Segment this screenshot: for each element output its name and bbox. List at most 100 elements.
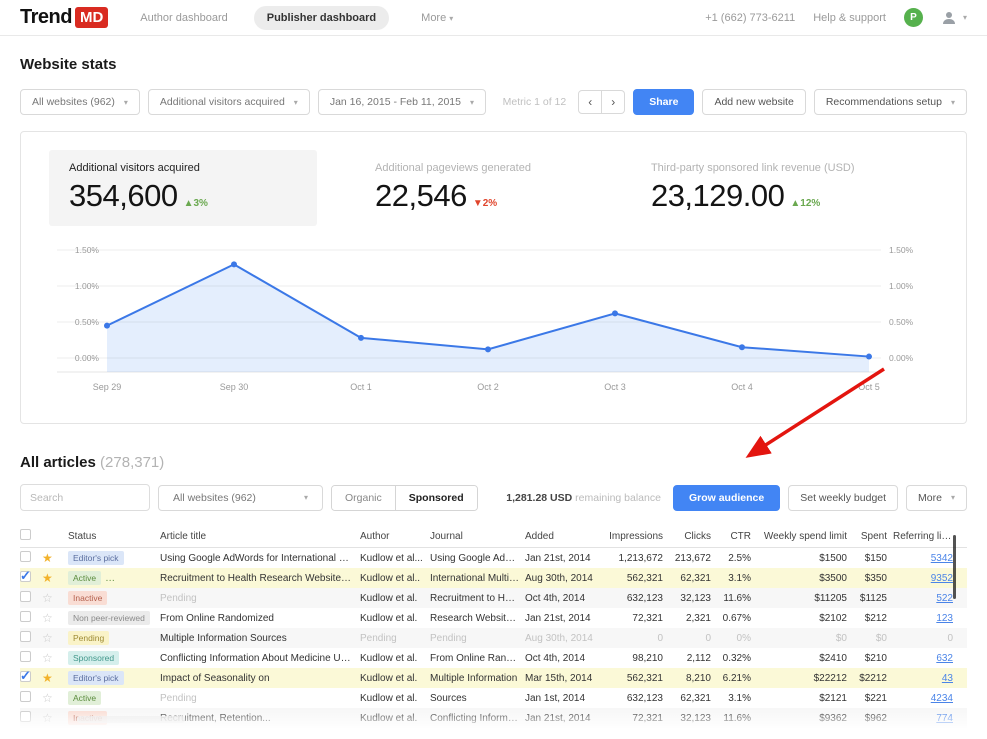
more-actions-dropdown[interactable]: More▾ (906, 485, 967, 511)
stats-summary-row: Additional visitors acquired 354,600 ▲3%… (49, 150, 938, 226)
nav-author-dashboard[interactable]: Author dashboard (140, 12, 227, 24)
table-header-row: StatusArticle titleAuthorJournalAddedImp… (20, 525, 967, 548)
stat-delta: ▲3% (184, 198, 208, 209)
column-header[interactable]: CTR (717, 531, 757, 542)
star-icon[interactable]: ☆ (42, 652, 53, 665)
row-checkbox[interactable] (20, 651, 31, 662)
svg-text:Sep 29: Sep 29 (93, 382, 122, 392)
column-header[interactable]: Clicks (669, 531, 717, 542)
article-title-cell: Using Google AdWords for International M… (160, 553, 360, 564)
author-cell: Kudlow et al. (360, 593, 430, 604)
organic-sponsored-toggle: Organic Sponsored (331, 485, 478, 511)
row-checkbox[interactable] (20, 551, 31, 562)
websites-filter-dropdown[interactable]: All websites (962)▾ (20, 89, 140, 115)
spent-cell: $0 (853, 633, 893, 644)
star-icon[interactable]: ★ (42, 672, 53, 685)
referring-links-link[interactable]: 5342 (931, 553, 953, 564)
referring-links-link[interactable]: 4234 (931, 693, 953, 704)
column-header[interactable]: Impressions (609, 531, 669, 542)
articles-websites-label: All websites (962) (173, 492, 256, 504)
journal-cell: Recruitment to Health (430, 593, 525, 604)
svg-text:Oct 3: Oct 3 (604, 382, 626, 392)
articles-table: StatusArticle titleAuthorJournalAddedImp… (20, 525, 967, 728)
star-icon[interactable]: ☆ (42, 632, 53, 645)
row-checkbox[interactable] (20, 691, 31, 702)
row-checkbox[interactable] (20, 631, 31, 642)
column-header[interactable]: Journal (430, 531, 525, 542)
stat-delta: ▲12% (790, 198, 820, 209)
added-date-cell: Jan 21st, 2014 (525, 553, 609, 564)
row-checkbox[interactable] (20, 611, 31, 622)
grow-audience-button[interactable]: Grow audience (673, 485, 780, 511)
journal-cell: Research Websites... (430, 613, 525, 624)
column-header[interactable]: Author (360, 531, 430, 542)
chevron-down-icon: ▾ (951, 98, 955, 107)
column-header[interactable]: Added (525, 531, 609, 542)
star-icon[interactable]: ☆ (42, 612, 53, 625)
added-date-cell: Mar 15th, 2014 (525, 673, 609, 684)
metric-next-button[interactable]: › (602, 90, 625, 114)
article-title-cell: Pending (160, 593, 360, 604)
toggle-sponsored[interactable]: Sponsored (395, 486, 477, 510)
weekly-spend-limit-cell: $1500 (757, 553, 853, 564)
svg-text:0.50%: 0.50% (889, 317, 914, 327)
search-input[interactable] (20, 484, 150, 511)
svg-text:1.00%: 1.00% (75, 281, 100, 291)
impressions-cell: 562,321 (609, 673, 669, 684)
table-scrollbar-thumb[interactable] (953, 535, 956, 599)
status-cell: Inactive (68, 591, 160, 605)
nav-publisher-dashboard[interactable]: Publisher dashboard (254, 6, 389, 30)
row-checkbox[interactable] (20, 671, 31, 682)
toggle-organic[interactable]: Organic (332, 486, 395, 510)
author-cell: Pending (360, 633, 430, 644)
user-account-menu[interactable]: ▾ (941, 10, 967, 26)
star-icon[interactable]: ★ (42, 552, 53, 565)
chevron-down-icon: ▾ (294, 98, 298, 107)
table-row: ★Editor's pickImpact of Seasonality onKu… (20, 668, 967, 688)
impressions-cell: 562,321 (609, 573, 669, 584)
column-header[interactable]: Referring links (893, 531, 959, 542)
column-header[interactable]: Weekly spend limit (757, 531, 853, 542)
trendmd-logo[interactable]: Trend MD (20, 6, 108, 29)
article-title-cell: Recruitment to Health Research Websites.… (160, 573, 360, 584)
set-weekly-budget-label: Set weekly budget (800, 492, 886, 504)
referring-links-cell: 9352 (893, 573, 959, 584)
referring-links-link[interactable]: 43 (942, 673, 953, 684)
clicks-cell: 8,210 (669, 673, 717, 684)
date-range-dropdown[interactable]: Jan 16, 2015 - Feb 11, 2015▾ (318, 89, 486, 115)
referring-links-link[interactable]: 9352 (931, 573, 953, 584)
referring-links-link[interactable]: 123 (936, 613, 953, 624)
articles-table-body: ★Editor's pickUsing Google AdWords for I… (20, 548, 967, 728)
chevron-down-icon: ▾ (963, 13, 967, 22)
added-date-cell: Oct 4th, 2014 (525, 593, 609, 604)
chevron-down-icon: ▾ (951, 493, 955, 502)
add-new-website-button[interactable]: Add new website (702, 89, 805, 115)
referring-links-link[interactable]: 522 (936, 593, 953, 604)
set-weekly-budget-button[interactable]: Set weekly budget (788, 485, 898, 511)
star-icon[interactable]: ★ (42, 572, 53, 585)
chat-support-icon[interactable]: P (904, 8, 923, 27)
column-header[interactable]: Spent (853, 531, 893, 542)
ctr-cell: 6.21% (717, 673, 757, 684)
recommendations-setup-dropdown[interactable]: Recommendations setup▾ (814, 89, 967, 115)
articles-websites-dropdown[interactable]: All websites (962)▾ (158, 485, 323, 511)
referring-links-link[interactable]: 632 (936, 653, 953, 664)
share-button[interactable]: Share (633, 89, 694, 115)
nav-more-menu[interactable]: More▾ (421, 12, 453, 24)
select-all-checkbox[interactable] (20, 529, 31, 540)
metric-prev-button[interactable]: ‹ (578, 90, 602, 114)
data-point (104, 323, 110, 329)
chevron-down-icon: ▾ (470, 98, 474, 107)
help-support-link[interactable]: Help & support (813, 12, 886, 24)
row-checkbox[interactable] (20, 571, 31, 582)
metric-filter-dropdown[interactable]: Additional visitors acquired▾ (148, 89, 310, 115)
stat-label: Additional visitors acquired (69, 162, 297, 174)
column-header[interactable]: Status (68, 531, 160, 542)
svg-text:0.50%: 0.50% (75, 317, 100, 327)
star-icon[interactable]: ☆ (42, 692, 53, 705)
article-title-cell: Pending (160, 693, 360, 704)
status-badge: Inactive (68, 591, 107, 605)
star-icon[interactable]: ☆ (42, 592, 53, 605)
column-header[interactable]: Article title (160, 531, 360, 542)
row-checkbox[interactable] (20, 591, 31, 602)
